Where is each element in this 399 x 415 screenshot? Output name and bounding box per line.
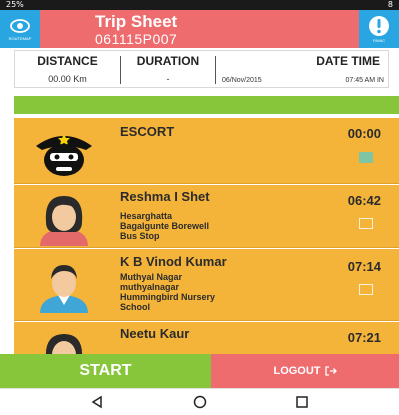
pickup-address: Muthyal Nagar muthyalnagar Hummingbird N…: [120, 272, 216, 312]
female-avatar-icon: [45, 334, 83, 354]
list-item[interactable]: Neetu Kaur 07:21: [14, 322, 399, 354]
pickup-time: 07:21: [347, 330, 381, 345]
start-button[interactable]: START: [0, 354, 211, 388]
checkin-checkbox[interactable]: [359, 284, 373, 295]
male-avatar-icon: [40, 265, 88, 313]
page-title: Trip Sheet: [95, 12, 178, 31]
duration-column: DURATION -: [121, 51, 215, 87]
status-bar: 25% 8: [0, 0, 399, 10]
time-value: 07:45 AM IN: [345, 77, 384, 84]
home-icon: [193, 395, 207, 409]
pickup-address: Hesarghatta Bagalgunte Borewell Bus Stop: [120, 211, 210, 241]
recents-icon: [296, 396, 308, 408]
eye-icon: [10, 19, 30, 33]
trip-summary: DISTANCE 00.00 Km DURATION - DATE TIME 0…: [14, 50, 389, 88]
distance-value: 00.00 Km: [48, 74, 87, 84]
duration-value: -: [166, 74, 170, 84]
routemap-button[interactable]: ROUTEMAP: [0, 10, 40, 48]
recents-button[interactable]: [291, 393, 313, 411]
checkin-checkbox[interactable]: [359, 152, 373, 163]
back-icon: [91, 395, 102, 409]
datetime-column: DATE TIME 06/Nov/2015 07:45 AM IN: [216, 51, 388, 87]
date-value: 06/Nov/2015: [222, 77, 262, 84]
logout-label: LOGOUT: [273, 365, 321, 377]
female-avatar-icon: [40, 196, 88, 246]
alert-icon: [369, 16, 389, 36]
distance-label: DISTANCE: [37, 54, 98, 68]
trip-id: 061115P007: [95, 31, 178, 47]
routemap-label: ROUTEMAP: [8, 36, 32, 41]
datetime-values: 06/Nov/2015 07:45 AM IN: [216, 75, 388, 86]
passenger-name: Reshma I Shet: [120, 189, 210, 204]
back-button[interactable]: [86, 393, 108, 411]
home-button[interactable]: [189, 393, 211, 411]
panic-label: PANIC: [373, 38, 385, 43]
distance-column: DISTANCE 00.00 Km: [15, 51, 120, 87]
pickup-time: 06:42: [347, 193, 381, 208]
pickup-time: 07:14: [347, 259, 381, 274]
trip-list[interactable]: ESCORT 00:00 Reshma I Shet Hesarghatta B…: [14, 118, 399, 354]
pickup-time: 00:00: [347, 126, 381, 141]
status-indicator: 8: [387, 0, 393, 9]
logout-button[interactable]: LOGOUT: [211, 354, 399, 388]
trip-status-bar: [14, 96, 399, 114]
list-item[interactable]: ESCORT 00:00: [14, 118, 399, 184]
list-item[interactable]: K B Vinod Kumar Muthyal Nagar muthyalnag…: [14, 249, 399, 321]
duration-label: DURATION: [136, 54, 200, 68]
app-header: ROUTEMAP Trip Sheet 061115P007 PANIC: [0, 10, 399, 48]
checkin-checkbox[interactable]: [359, 218, 373, 229]
logout-icon: [324, 366, 337, 376]
datetime-label: DATE TIME: [316, 54, 380, 68]
system-nav-bar: [0, 388, 399, 415]
escort-guard-icon: [36, 134, 92, 176]
battery-percent: 25%: [6, 0, 24, 9]
passenger-name: Neetu Kaur: [120, 326, 190, 341]
panic-button[interactable]: PANIC: [359, 10, 399, 48]
list-item[interactable]: Reshma I Shet Hesarghatta Bagalgunte Bor…: [14, 185, 399, 248]
passenger-name: K B Vinod Kumar: [120, 254, 227, 269]
passenger-name: ESCORT: [120, 124, 175, 139]
